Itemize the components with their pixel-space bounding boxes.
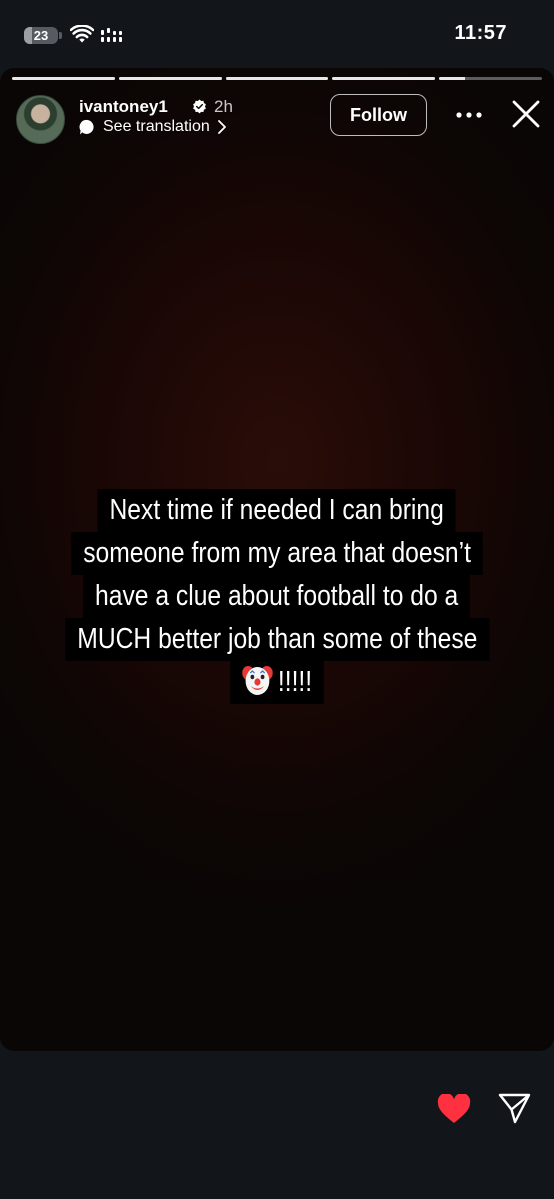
caption-line-last: !!!!! bbox=[230, 661, 324, 704]
status-bar: 23 11:57 bbox=[0, 0, 554, 68]
story-caption: Next time if needed I can bring someone … bbox=[0, 489, 554, 706]
like-heart-icon[interactable] bbox=[437, 1094, 471, 1124]
caption-line: someone from my area that doesn’t bbox=[71, 532, 483, 575]
story-progress-bar bbox=[12, 77, 542, 80]
progress-segment-fill bbox=[439, 77, 465, 80]
more-options-icon[interactable] bbox=[456, 111, 482, 119]
caption-line: Next time if needed I can bring bbox=[97, 489, 457, 532]
progress-segment bbox=[439, 77, 542, 80]
progress-segment bbox=[118, 77, 222, 80]
progress-segment bbox=[12, 77, 115, 80]
verified-badge-icon bbox=[193, 99, 206, 114]
story-header: ivantoney1 2h See translation Follow bbox=[16, 94, 541, 144]
battery-level: 23 bbox=[33, 27, 49, 43]
clock: 11:57 bbox=[454, 22, 507, 44]
see-translation-label: See translation bbox=[103, 118, 210, 135]
post-time: 2h bbox=[214, 97, 233, 116]
battery-fill bbox=[24, 26, 32, 44]
progress-segment-fill bbox=[118, 77, 222, 80]
follow-button[interactable]: Follow bbox=[330, 94, 427, 136]
clown-face-icon bbox=[242, 666, 273, 695]
caption-exclamations: !!!!! bbox=[277, 666, 312, 698]
avatar[interactable] bbox=[16, 95, 65, 144]
username[interactable]: ivantoney1 bbox=[79, 97, 168, 117]
progress-segment-fill bbox=[12, 77, 115, 80]
caption-line: MUCH better job than some of these bbox=[65, 618, 489, 661]
progress-segment bbox=[225, 77, 329, 80]
wifi-icon bbox=[70, 25, 94, 43]
see-translation-link[interactable]: See translation bbox=[79, 118, 227, 136]
caption-line: have a clue about football to do a bbox=[83, 575, 471, 618]
cellular-signal-icon bbox=[101, 28, 122, 42]
speech-bubble-icon bbox=[79, 119, 94, 134]
progress-segment bbox=[332, 77, 436, 80]
chevron-right-icon bbox=[217, 120, 226, 134]
story-view[interactable]: ivantoney1 2h See translation Follow Nex… bbox=[0, 68, 554, 1051]
progress-segment-fill bbox=[332, 77, 436, 80]
battery-indicator: 23 bbox=[24, 25, 62, 45]
send-icon[interactable] bbox=[498, 1093, 531, 1124]
progress-segment-fill bbox=[225, 77, 329, 80]
close-icon[interactable] bbox=[511, 99, 541, 129]
